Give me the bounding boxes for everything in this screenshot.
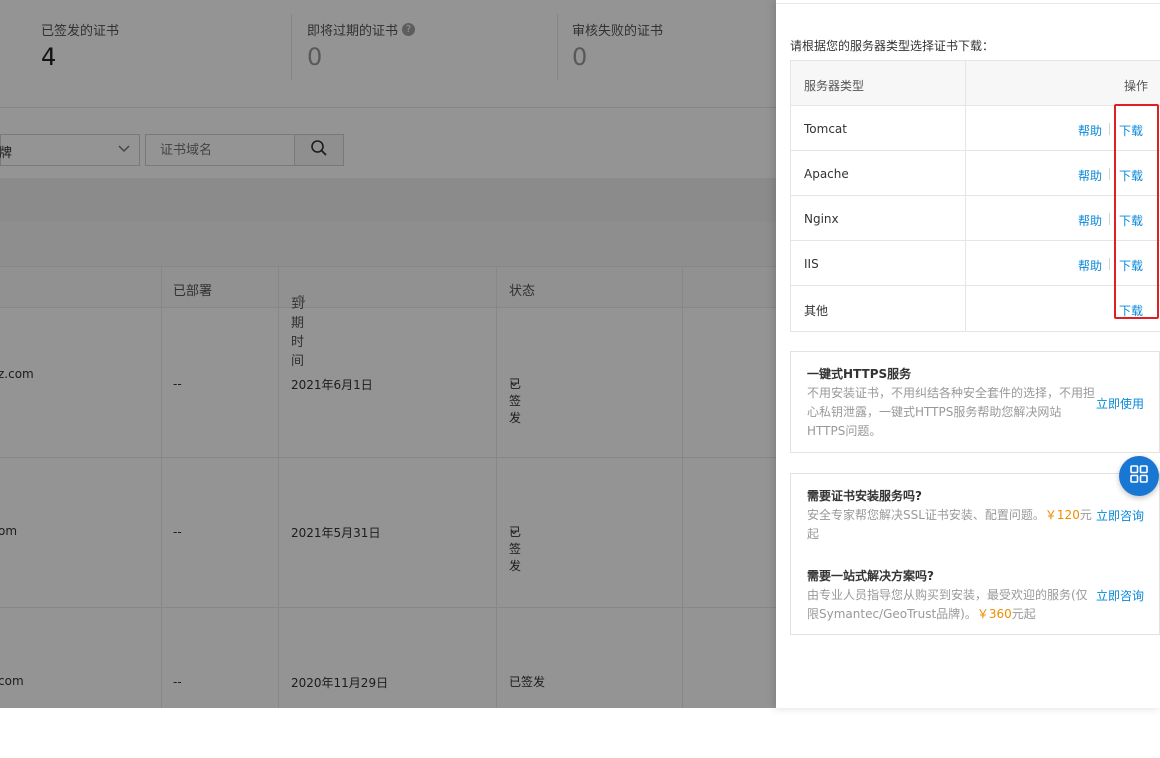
card-description: 由专业人员指导您从购买到安装，最受欢迎的服务(仅限Symantec/GeoTru… xyxy=(807,588,1088,621)
modal-overlay[interactable] xyxy=(0,0,776,708)
server-row-tomcat: Tomcat 帮助 下载 xyxy=(791,106,1160,151)
card-description: 不用安装证书，不用纠结各种安全套件的选择，不用担心私钥泄露，一键式HTTPS服务… xyxy=(807,386,1096,438)
server-name: Nginx xyxy=(804,212,839,226)
server-name: 其他 xyxy=(804,304,829,318)
link-separator xyxy=(1109,123,1110,135)
price: ￥120 xyxy=(1044,508,1080,522)
server-name: Tomcat xyxy=(804,122,847,136)
link-separator xyxy=(1109,168,1110,180)
consult-link[interactable]: 立即咨询 xyxy=(1096,507,1144,524)
server-name: IIS xyxy=(804,257,819,271)
card-description: 安全专家帮您解决SSL证书安装、配置问题。￥120元起 xyxy=(807,508,1092,541)
price: ￥360 xyxy=(976,607,1012,621)
help-link[interactable]: 帮助 xyxy=(1078,257,1102,274)
https-service-card: 一键式HTTPS服务 不用安装证书，不用纠结各种安全套件的选择，不用担心私钥泄露… xyxy=(790,351,1160,453)
server-row-other: 其他 下载 xyxy=(791,286,1160,331)
link-separator xyxy=(1109,258,1110,270)
floating-apps-button[interactable] xyxy=(1119,456,1159,496)
card-title: 需要证书安装服务吗? xyxy=(807,489,922,503)
drawer-top-border xyxy=(776,0,1160,4)
server-row-apache: Apache 帮助 下载 xyxy=(791,151,1160,196)
download-highlight-box xyxy=(1114,104,1159,319)
server-table-header: 服务器类型 操作 xyxy=(791,61,1160,106)
help-link[interactable]: 帮助 xyxy=(1078,212,1102,229)
server-row-iis: IIS 帮助 下载 xyxy=(791,241,1160,286)
help-link[interactable]: 帮助 xyxy=(1078,122,1102,139)
use-now-link[interactable]: 立即使用 xyxy=(1096,395,1144,412)
col-action: 操作 xyxy=(1123,79,1148,93)
drawer-intro: 请根据您的服务器类型选择证书下载： xyxy=(790,39,995,53)
grid-apps-icon xyxy=(1129,464,1149,488)
card-title: 需要一站式解决方案吗? xyxy=(807,569,934,583)
download-drawer: 请根据您的服务器类型选择证书下载： 服务器类型 操作 Tomcat 帮助 下载 … xyxy=(776,0,1160,708)
col-server-type: 服务器类型 xyxy=(804,79,865,93)
server-row-nginx: Nginx 帮助 下载 xyxy=(791,196,1160,241)
card-title: 一键式HTTPS服务 xyxy=(807,367,912,381)
column-divider xyxy=(965,61,966,105)
consult-link[interactable]: 立即咨询 xyxy=(1096,587,1144,604)
consult-card: 需要证书安装服务吗? 安全专家帮您解决SSL证书安装、配置问题。￥120元起 立… xyxy=(790,473,1160,635)
server-name: Apache xyxy=(804,167,849,181)
link-separator xyxy=(1109,213,1110,225)
server-type-table: 服务器类型 操作 Tomcat 帮助 下载 Apache 帮助 下载 Nginx… xyxy=(790,60,1160,332)
help-link[interactable]: 帮助 xyxy=(1078,167,1102,184)
